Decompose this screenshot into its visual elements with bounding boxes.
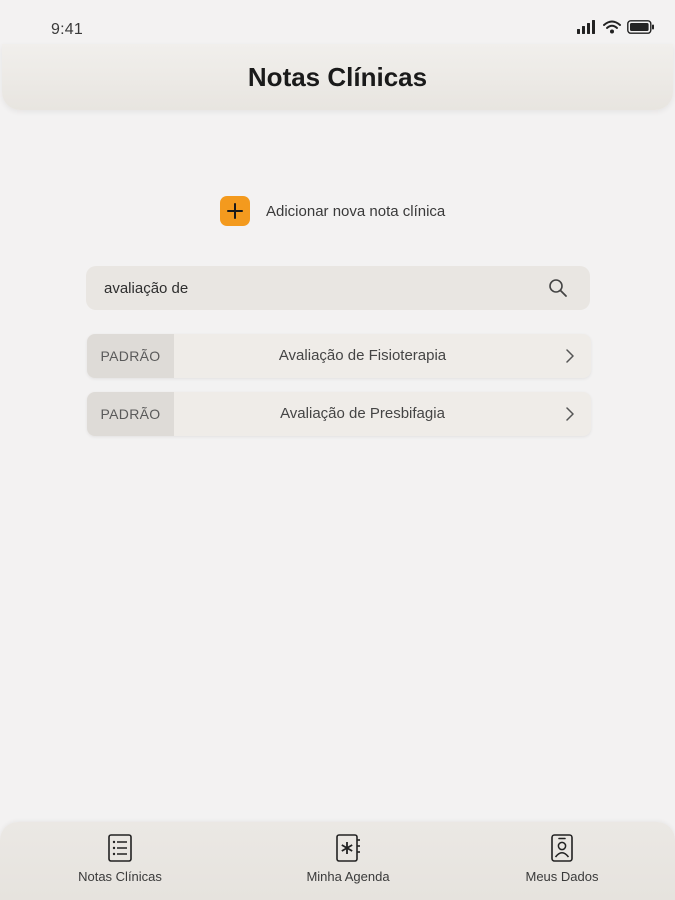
tab-label: Meus Dados <box>525 869 599 884</box>
tab-bar: Notas Clínicas Minha Agenda Meus Dados <box>0 822 675 900</box>
list-item-title: Avaliação de Presbifagia <box>280 405 445 422</box>
search-icon[interactable] <box>548 278 568 298</box>
add-note-button[interactable]: Adicionar nova nota clínica <box>220 196 445 226</box>
notes-list-icon <box>108 834 132 862</box>
list-item[interactable]: PADRÃO Avaliação de Fisioterapia <box>87 334 591 378</box>
tab-meus-dados[interactable]: Meus Dados <box>492 822 632 900</box>
tab-label: Minha Agenda <box>306 869 390 884</box>
agenda-icon <box>336 834 360 862</box>
list-item-title: Avaliação de Fisioterapia <box>278 347 447 364</box>
tab-minha-agenda[interactable]: Minha Agenda <box>278 822 418 900</box>
status-icons <box>577 20 655 34</box>
chevron-right-icon <box>566 407 574 421</box>
plus-icon <box>220 196 250 226</box>
template-tag: PADRÃO <box>87 392 174 436</box>
header-bar: Notas Clínicas <box>2 44 673 110</box>
search-box <box>86 266 590 310</box>
tab-label: Notas Clínicas <box>78 869 162 884</box>
add-note-label: Adicionar nova nota clínica <box>266 202 446 220</box>
battery-icon <box>627 20 654 34</box>
profile-badge-icon <box>551 834 573 862</box>
status-time: 9:41 <box>51 21 83 38</box>
template-tag: PADRÃO <box>87 334 174 378</box>
tab-notas-clinicas[interactable]: Notas Clínicas <box>50 822 190 900</box>
wifi-icon <box>603 20 621 34</box>
signal-icon <box>577 20 595 34</box>
list-item[interactable]: PADRÃO Avaliação de Presbifagia <box>87 392 591 436</box>
search-input[interactable] <box>104 266 524 310</box>
app-screen: 9:41 Notas Clínicas Adicionar nova nota … <box>0 0 675 900</box>
chevron-right-icon <box>566 349 574 363</box>
page-title: Notas Clínicas <box>247 62 428 92</box>
